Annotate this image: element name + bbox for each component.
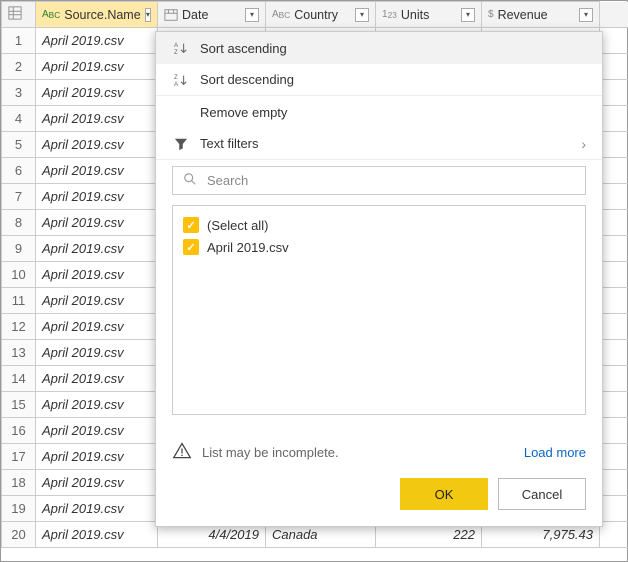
row-number: 16	[2, 418, 36, 444]
row-number: 15	[2, 392, 36, 418]
cell-source-name[interactable]: April 2019.csv	[36, 132, 158, 158]
row-number: 12	[2, 314, 36, 340]
col-header-units[interactable]: 123 Units ▾	[376, 2, 482, 28]
cell-source-name[interactable]: April 2019.csv	[36, 418, 158, 444]
row-number: 10	[2, 262, 36, 288]
row-number: 7	[2, 184, 36, 210]
table-icon	[8, 6, 22, 20]
menu-text-filters[interactable]: Text filters ›	[156, 128, 602, 160]
cell-source-name[interactable]: April 2019.csv	[36, 184, 158, 210]
row-number: 6	[2, 158, 36, 184]
cell-source-name[interactable]: April 2019.csv	[36, 54, 158, 80]
cell-source-name[interactable]: April 2019.csv	[36, 28, 158, 54]
cell-source-name[interactable]: April 2019.csv	[36, 236, 158, 262]
menu-label: Text filters	[200, 136, 571, 151]
search-icon	[183, 172, 197, 189]
check-row-item[interactable]: ✓ April 2019.csv	[183, 236, 575, 258]
cell-source-name[interactable]: April 2019.csv	[36, 366, 158, 392]
cell-source-name[interactable]: April 2019.csv	[36, 470, 158, 496]
svg-text:A: A	[174, 42, 179, 49]
cell-source-name[interactable]: April 2019.csv	[36, 314, 158, 340]
check-label: (Select all)	[207, 218, 268, 233]
row-number: 3	[2, 80, 36, 106]
row-number: 4	[2, 106, 36, 132]
sort-desc-icon: ZA	[172, 73, 190, 87]
cell-source-name[interactable]: April 2019.csv	[36, 340, 158, 366]
checkbox-checked-icon: ✓	[183, 217, 199, 233]
col-label: Revenue	[498, 8, 575, 22]
text-type-icon: ABC	[272, 9, 290, 20]
cell-source-name[interactable]: April 2019.csv	[36, 288, 158, 314]
row-number: 17	[2, 444, 36, 470]
menu-label: Remove empty	[200, 105, 586, 120]
cancel-button[interactable]: Cancel	[498, 478, 586, 510]
filter-icon	[172, 137, 190, 151]
filter-dropdown-icon[interactable]: ▾	[461, 8, 475, 22]
row-number: 1	[2, 28, 36, 54]
row-number: 8	[2, 210, 36, 236]
filter-dropdown-icon[interactable]: ▾	[245, 8, 259, 22]
cell-source-name[interactable]: April 2019.csv	[36, 210, 158, 236]
load-more-link[interactable]: Load more	[524, 445, 586, 460]
filter-dropdown-icon[interactable]: ▾	[355, 8, 369, 22]
search-input[interactable]	[205, 172, 575, 189]
checkbox-checked-icon: ✓	[183, 239, 199, 255]
row-number: 2	[2, 54, 36, 80]
menu-label: Sort descending	[200, 72, 586, 87]
currency-type-icon: $	[488, 9, 494, 20]
row-number: 14	[2, 366, 36, 392]
col-label: Date	[182, 8, 241, 22]
check-row-select-all[interactable]: ✓ (Select all)	[183, 214, 575, 236]
menu-sort-ascending[interactable]: AZ Sort ascending	[156, 32, 602, 64]
col-header-revenue[interactable]: $ Revenue ▾	[482, 2, 600, 28]
row-number: 5	[2, 132, 36, 158]
cell-source-name[interactable]: April 2019.csv	[36, 106, 158, 132]
row-number: 18	[2, 470, 36, 496]
cell-source-name[interactable]: April 2019.csv	[36, 262, 158, 288]
col-label: Country	[294, 8, 351, 22]
col-label: Units	[401, 8, 457, 22]
cell-source-name[interactable]: April 2019.csv	[36, 158, 158, 184]
row-number: 11	[2, 288, 36, 314]
search-box[interactable]	[172, 166, 586, 195]
svg-text:A: A	[174, 81, 179, 87]
cell-source-name[interactable]: April 2019.csv	[36, 522, 158, 548]
check-label: April 2019.csv	[207, 240, 289, 255]
cell-source-name[interactable]: April 2019.csv	[36, 444, 158, 470]
row-number: 19	[2, 496, 36, 522]
row-number: 20	[2, 522, 36, 548]
cell-source-name[interactable]: April 2019.csv	[36, 80, 158, 106]
cell-source-name[interactable]: April 2019.csv	[36, 392, 158, 418]
chevron-right-icon: ›	[581, 136, 586, 152]
svg-text:Z: Z	[174, 49, 178, 55]
col-label: Source.Name	[64, 8, 140, 22]
warning-icon	[172, 441, 192, 464]
menu-label: Sort ascending	[200, 41, 586, 56]
cell-source-name[interactable]: April 2019.csv	[36, 496, 158, 522]
col-header-country[interactable]: ABC Country ▾	[266, 2, 376, 28]
corner-cell[interactable]	[2, 2, 36, 28]
col-header-source[interactable]: ABC Source.Name ▾	[36, 2, 158, 28]
header-row: ABC Source.Name ▾ Date ▾ ABC Country ▾ 1…	[2, 2, 628, 28]
number-type-icon: 123	[382, 9, 397, 20]
row-number: 13	[2, 340, 36, 366]
svg-text:Z: Z	[174, 74, 178, 81]
sort-asc-icon: AZ	[172, 41, 190, 55]
filter-dropdown-icon[interactable]: ▾	[579, 8, 593, 22]
date-type-icon	[164, 8, 178, 22]
warning-text: List may be incomplete.	[202, 445, 514, 460]
menu-remove-empty[interactable]: Remove empty	[156, 96, 602, 128]
text-type-icon: ABC	[42, 9, 60, 20]
filter-listbox[interactable]: ✓ (Select all) ✓ April 2019.csv	[172, 205, 586, 415]
ok-button[interactable]: OK	[400, 478, 488, 510]
col-header-date[interactable]: Date ▾	[158, 2, 266, 28]
filter-menu: AZ Sort ascending ZA Sort descending Rem…	[155, 31, 603, 527]
filter-dropdown-icon[interactable]: ▾	[145, 8, 151, 22]
menu-sort-descending[interactable]: ZA Sort descending	[156, 64, 602, 96]
row-number: 9	[2, 236, 36, 262]
